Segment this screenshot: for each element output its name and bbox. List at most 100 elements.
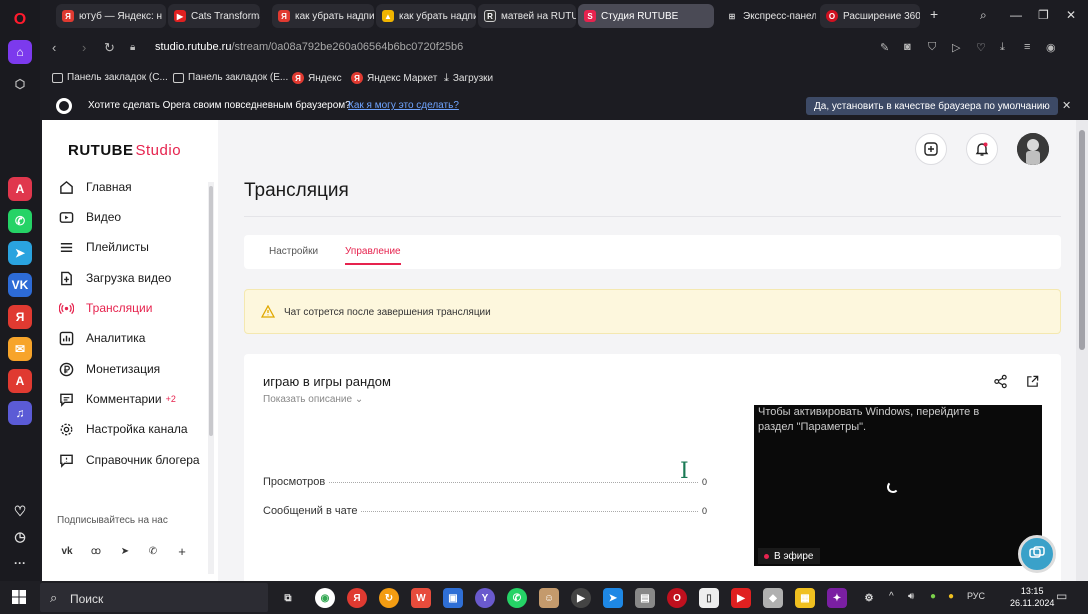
sidebar-scrollbar[interactable]	[208, 182, 214, 574]
media-player-icon[interactable]: ▶	[571, 588, 591, 608]
create-button[interactable]	[915, 133, 947, 165]
bookmark-downloads[interactable]: ⤓ Загрузки	[444, 72, 493, 85]
opera-taskbar-icon[interactable]: O	[667, 588, 687, 608]
sidebar-item-channel-settings[interactable]: Настройка канала	[58, 418, 218, 440]
page-scroll-thumb[interactable]	[1079, 130, 1085, 350]
language-indicator[interactable]: РУС	[967, 591, 985, 601]
browser-tab[interactable]: ▶ Cats Transformati	[168, 4, 260, 28]
sidebar-item-blogger-guide[interactable]: Справочник блогера	[58, 449, 218, 471]
sidebar-item-analytics[interactable]: Аналитика	[58, 327, 218, 349]
sidebar-item-monetization[interactable]: Монетизация	[58, 358, 218, 380]
browser-tab[interactable]: O Расширение 360	[820, 4, 920, 28]
heart-rail-icon[interactable]: ♡	[8, 499, 32, 523]
menu-icon[interactable]: ≡	[1024, 41, 1030, 53]
bluestacks-icon[interactable]: ▦	[795, 588, 815, 608]
search-tabs-icon[interactable]: ⌕	[980, 8, 987, 23]
browser-tab[interactable]: Я ютуб — Яндекс: н	[56, 4, 166, 28]
ybrowser-icon[interactable]: Y	[475, 588, 495, 608]
bookmark-yandex-market[interactable]: Я Яндекс Маркет	[351, 72, 437, 84]
rutube-studio-logo[interactable]: RUTUBE Studio	[68, 142, 181, 159]
close-icon[interactable]: ✕	[1062, 99, 1071, 112]
files-icon[interactable]: ▤	[635, 588, 655, 608]
sidebar-item-home[interactable]: Главная	[58, 176, 218, 198]
sidebar-scroll-thumb[interactable]	[209, 186, 213, 436]
plus-icon[interactable]: +	[171, 540, 193, 562]
installer-icon[interactable]: ◆	[763, 588, 783, 608]
browser-tab-active[interactable]: S Студия RUTUBE	[578, 4, 714, 28]
external-link-icon[interactable]	[1025, 374, 1040, 394]
profile-icon[interactable]: ◉	[1046, 41, 1056, 54]
clock[interactable]: 13:15 26.11.2024	[1010, 585, 1054, 609]
wps-icon[interactable]: W	[411, 588, 431, 608]
mail-rail-icon[interactable]: ✉	[8, 337, 32, 361]
sidebar-item-broadcasts[interactable]: Трансляции	[58, 297, 218, 319]
close-window-button[interactable]: ✕	[1066, 8, 1076, 22]
notifications-button[interactable]	[966, 133, 998, 165]
photo-app-icon[interactable]: ☺	[539, 588, 559, 608]
bookmark-folder[interactable]: Панель закладок (С...	[52, 72, 168, 83]
camera-icon[interactable]: ◙	[904, 41, 911, 53]
document-icon[interactable]: ▯	[699, 588, 719, 608]
browser-app-icon[interactable]: ↻	[379, 588, 399, 608]
minimize-button[interactable]: —	[1010, 8, 1022, 22]
alice-rail-icon[interactable]: A	[8, 369, 32, 393]
browser-tab[interactable]: ⊞ Экспресс-панель	[720, 4, 816, 28]
telegram-rail-icon[interactable]: ➤	[8, 241, 32, 265]
game-app-icon[interactable]: ✦	[827, 588, 847, 608]
banner-help-link[interactable]: Как я могу это сделать?	[348, 100, 459, 111]
restore-button[interactable]: ❐	[1038, 8, 1049, 22]
vk-rail-icon[interactable]: VK	[8, 273, 32, 297]
volume-icon[interactable]: 🔊︎	[908, 591, 914, 602]
history-rail-icon[interactable]: ◷	[8, 525, 32, 549]
yandex-rail-icon[interactable]: Я	[8, 305, 32, 329]
chrome-icon[interactable]: ◉	[315, 588, 335, 608]
download-icon[interactable]: ⤓	[1000, 41, 1005, 54]
bookmark-yandex[interactable]: Я Яндекс	[292, 72, 342, 84]
sidebar-item-video[interactable]: Видео	[58, 206, 218, 228]
new-tab-button[interactable]: +	[930, 6, 938, 22]
ok-icon[interactable]: ꝏ	[85, 540, 107, 562]
telegram-icon[interactable]: ➤	[114, 540, 136, 562]
settings-app-icon[interactable]: ⚙	[859, 588, 879, 608]
set-default-button[interactable]: Да, установить в качестве браузера по ум…	[806, 97, 1058, 115]
forward-icon[interactable]: ›	[82, 40, 86, 55]
yandex-browser-icon[interactable]: Я	[347, 588, 367, 608]
telegram-desktop-icon[interactable]: ➤	[603, 588, 623, 608]
vk-icon[interactable]: vk	[56, 540, 78, 562]
aria-rail-icon[interactable]: A	[8, 177, 32, 201]
music-rail-icon[interactable]: ♫	[8, 401, 32, 425]
whatsapp-rail-icon[interactable]: ✆	[8, 209, 32, 233]
tray-app-icon[interactable]: ●	[948, 591, 954, 602]
taskbar-search[interactable]: ⌕ Поиск	[40, 583, 268, 612]
edit-icon[interactable]: ✎	[880, 41, 889, 54]
browser-tab[interactable]: R матвей на RUTUB	[478, 4, 576, 28]
tray-app-icon[interactable]: ●	[930, 591, 936, 602]
task-view-icon[interactable]: ⧉	[278, 588, 298, 608]
windows-start-icon[interactable]	[12, 590, 26, 609]
tab-management[interactable]: Управление	[345, 246, 401, 265]
viber-icon[interactable]: ✆	[142, 540, 164, 562]
sidebar-item-comments[interactable]: Комментарии +2	[58, 388, 218, 410]
page-scrollbar[interactable]	[1076, 120, 1088, 581]
tab-settings[interactable]: Настройки	[269, 246, 318, 257]
home-rail-icon[interactable]: ⌂	[8, 40, 32, 64]
tray-expand-icon[interactable]: ^	[889, 591, 894, 602]
monitor-app-icon[interactable]: ▣	[443, 588, 463, 608]
bookmark-folder[interactable]: Панель закладок (Е...	[173, 72, 288, 83]
browser-tab[interactable]: Я как убрать надпи	[272, 4, 374, 28]
sidebar-item-playlists[interactable]: Плейлисты	[58, 236, 218, 258]
browser-tab[interactable]: ▲ как убрать надпи	[376, 4, 476, 28]
more-rail-icon[interactable]: ···	[8, 551, 32, 575]
heart-icon[interactable]: ♡	[976, 41, 986, 54]
sidebar-item-upload[interactable]: Загрузка видео	[58, 267, 218, 289]
url-field[interactable]: studio.rutube.ru/stream/0a08a792be260a06…	[155, 41, 463, 53]
send-icon[interactable]: ▷	[952, 41, 960, 54]
notification-center-icon[interactable]: ▭	[1056, 589, 1067, 603]
show-description-toggle[interactable]: Показать описание ⌄	[263, 394, 363, 405]
opera-logo-icon[interactable]: O	[8, 8, 32, 32]
support-chat-button[interactable]	[1018, 535, 1056, 573]
back-icon[interactable]: ‹	[52, 40, 56, 55]
shield-icon[interactable]: ⛉	[928, 41, 936, 54]
youtube-app-icon[interactable]: ▶	[731, 588, 751, 608]
reload-icon[interactable]: ↻	[104, 40, 115, 56]
